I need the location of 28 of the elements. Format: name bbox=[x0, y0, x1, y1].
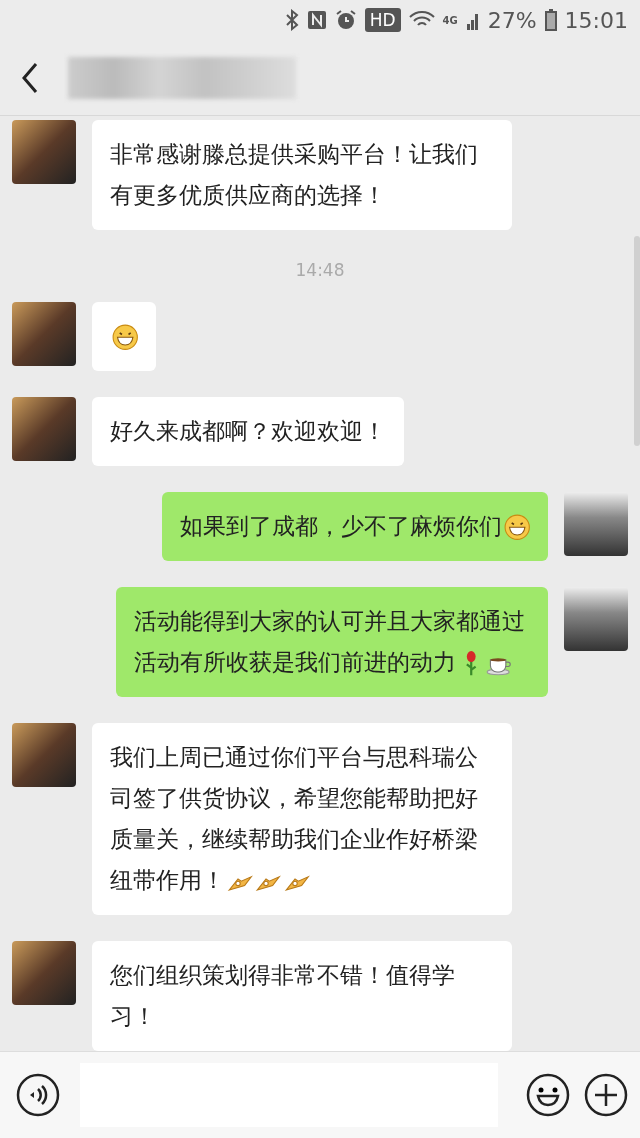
avatar[interactable] bbox=[564, 491, 628, 556]
voice-button[interactable] bbox=[16, 1072, 60, 1117]
avatar[interactable] bbox=[564, 586, 628, 651]
grinning-face-icon bbox=[503, 514, 530, 541]
message-bubble: 好久来成都啊？欢迎欢迎！ bbox=[92, 396, 404, 466]
message-bubble: 活动能得到大家的认可并且大家都通过活动有所收获是我们前进的动力 bbox=[116, 586, 548, 697]
alarm-clock-icon bbox=[334, 9, 357, 32]
emoji-button[interactable] bbox=[526, 1072, 570, 1117]
back-button[interactable] bbox=[20, 60, 40, 95]
message-bubble: 如果到了成都，少不了麻烦你们 bbox=[161, 491, 548, 561]
message-bubble: 非常感谢滕总提供采购平台！让我们有更多优质供应商的选择！ bbox=[92, 119, 512, 230]
clock: 15:01 bbox=[564, 7, 628, 33]
timestamp: 14:48 bbox=[295, 259, 345, 280]
battery-percentage: 27% bbox=[487, 7, 537, 33]
avatar[interactable] bbox=[12, 396, 76, 461]
avatar[interactable] bbox=[12, 940, 76, 1005]
avatar[interactable] bbox=[12, 722, 76, 787]
avatar[interactable] bbox=[12, 301, 76, 366]
grinning-face-icon bbox=[112, 324, 139, 351]
avatar[interactable] bbox=[12, 119, 76, 184]
bluetooth-icon bbox=[284, 9, 299, 32]
hd-badge: HD bbox=[364, 8, 401, 33]
network-type-label: 4G bbox=[442, 14, 458, 26]
message-bubble: 我们上周已通过你们平台与思科瑞公司签了供货协议，希望您能帮助把好质量关，继续帮助我们企业作好桥梁纽带作用！ bbox=[92, 722, 512, 915]
nfc-icon bbox=[306, 10, 327, 31]
message-bubble: 您们组织策划得非常不错！值得学习！ bbox=[92, 940, 512, 1051]
battery-icon bbox=[544, 9, 557, 32]
add-button[interactable] bbox=[584, 1072, 628, 1117]
